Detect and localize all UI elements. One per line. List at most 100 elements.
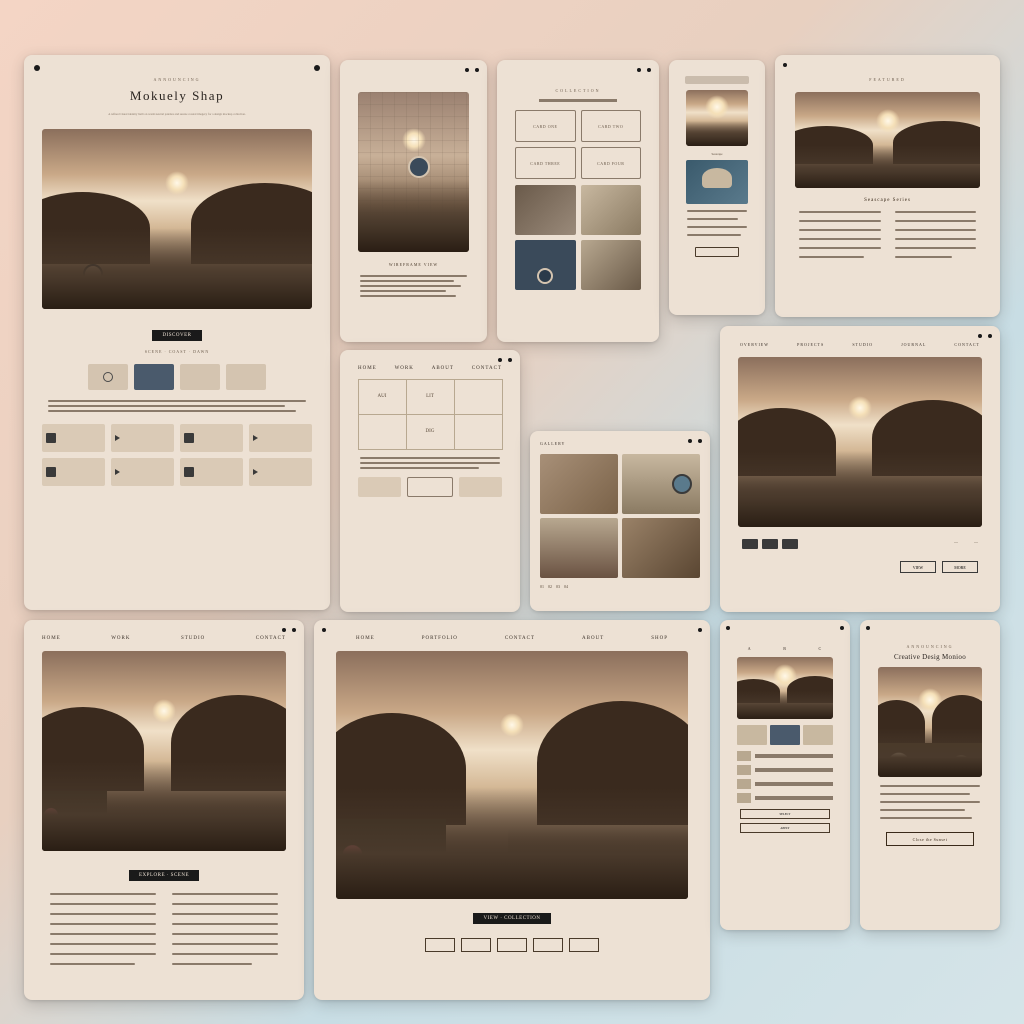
texture-tile[interactable] bbox=[515, 240, 576, 290]
hero-image-wireframe bbox=[358, 92, 469, 252]
swatch[interactable] bbox=[88, 364, 128, 390]
nav-item[interactable]: WORK bbox=[395, 366, 414, 371]
nav-item[interactable]: CONTACT bbox=[505, 636, 535, 641]
swatch[interactable] bbox=[226, 364, 266, 390]
chip[interactable] bbox=[497, 938, 527, 952]
control-item[interactable] bbox=[249, 424, 312, 452]
cta-button[interactable]: DISCOVER bbox=[152, 330, 201, 341]
control-item[interactable] bbox=[42, 424, 105, 452]
tab[interactable]: A bbox=[748, 646, 752, 651]
feature-tile[interactable] bbox=[686, 160, 748, 204]
control-item[interactable] bbox=[180, 424, 243, 452]
social-icon[interactable] bbox=[742, 539, 758, 549]
texture-tile[interactable] bbox=[581, 240, 642, 290]
footer-buttons bbox=[358, 477, 502, 497]
chip[interactable] bbox=[425, 938, 455, 952]
nav-item[interactable]: PROJECTS bbox=[797, 342, 824, 347]
play-icon bbox=[115, 435, 120, 441]
cta-button[interactable]: EXPLORE · SCENE bbox=[129, 870, 199, 881]
page-number[interactable]: 02 bbox=[548, 584, 552, 589]
page-number[interactable]: 03 bbox=[556, 584, 560, 589]
cta-button[interactable]: VIEW · COLLECTION bbox=[473, 913, 550, 924]
button[interactable]: APPLY bbox=[740, 823, 830, 833]
text-lines bbox=[360, 457, 500, 469]
photo-grid bbox=[540, 454, 700, 578]
mockup-card-gallery: GALLERY 01 02 03 04 bbox=[530, 431, 710, 611]
texture-tile[interactable] bbox=[515, 185, 576, 235]
mockup-card-hero-wide: HOME PORTFOLIO CONTACT ABOUT SHOP VIEW ·… bbox=[314, 620, 710, 1000]
nav-item[interactable]: STUDIO bbox=[852, 342, 873, 347]
nav-item[interactable]: HOME bbox=[356, 636, 375, 641]
page-number[interactable]: 01 bbox=[540, 584, 544, 589]
social-icon[interactable] bbox=[782, 539, 798, 549]
button[interactable]: VIEW bbox=[900, 561, 936, 573]
body-text: A refined visual identity built on warm … bbox=[56, 112, 298, 117]
chip[interactable] bbox=[533, 938, 563, 952]
tab[interactable]: B bbox=[783, 646, 787, 651]
photo-thumb[interactable] bbox=[622, 518, 700, 578]
item-card[interactable]: CARD FOUR bbox=[581, 147, 642, 179]
window-controls-right bbox=[314, 65, 320, 71]
nav-bar: HOME WORK ABOUT CONTACT bbox=[358, 366, 502, 371]
nav-item[interactable]: PORTFOLIO bbox=[422, 636, 458, 641]
nav-item[interactable]: CONTACT bbox=[256, 636, 286, 641]
control-item[interactable] bbox=[111, 424, 174, 452]
nav-item[interactable]: HOME bbox=[42, 636, 61, 641]
thumbnail[interactable] bbox=[803, 725, 833, 745]
tab[interactable]: C bbox=[819, 646, 823, 651]
chip[interactable] bbox=[461, 938, 491, 952]
nav-item[interactable]: CONTACT bbox=[472, 366, 502, 371]
photo-thumb[interactable] bbox=[540, 454, 618, 514]
item-boxes: CARD ONE CARD TWO CARD THREE CARD FOUR bbox=[515, 110, 641, 179]
hero-image bbox=[686, 90, 748, 146]
table-cell bbox=[454, 414, 503, 450]
photo-thumb[interactable] bbox=[622, 454, 700, 514]
nav-item[interactable]: ABOUT bbox=[432, 366, 454, 371]
chip[interactable] bbox=[569, 938, 599, 952]
nav-item[interactable]: JOURNAL bbox=[901, 342, 926, 347]
hero-image bbox=[878, 667, 982, 777]
swatch[interactable] bbox=[134, 364, 174, 390]
nav-item[interactable]: HOME bbox=[358, 366, 377, 371]
hero-image bbox=[795, 92, 980, 188]
footer-button[interactable] bbox=[407, 477, 452, 497]
photo-thumb[interactable] bbox=[540, 518, 618, 578]
mockup-card-spec-table: HOME WORK ABOUT CONTACT AUI LIT DIG bbox=[340, 350, 520, 612]
texture-tile[interactable] bbox=[581, 185, 642, 235]
nav-item[interactable]: OVERVIEW bbox=[740, 342, 769, 347]
play-icon bbox=[253, 435, 258, 441]
nav-item[interactable]: SHOP bbox=[651, 636, 668, 641]
window-controls bbox=[688, 439, 702, 443]
hero-image bbox=[42, 129, 312, 309]
button[interactable]: MORE bbox=[942, 561, 978, 573]
nav-item[interactable]: ABOUT bbox=[582, 636, 604, 641]
page-number[interactable]: 04 bbox=[564, 584, 568, 589]
swatch-row bbox=[36, 364, 318, 390]
chip-row bbox=[326, 938, 698, 952]
footer-button[interactable] bbox=[459, 477, 502, 497]
table-cell bbox=[358, 414, 407, 450]
control-item[interactable] bbox=[111, 458, 174, 486]
social-icon[interactable] bbox=[762, 539, 778, 549]
footer-button[interactable] bbox=[358, 477, 401, 497]
swatch[interactable] bbox=[180, 364, 220, 390]
item-card[interactable]: CARD TWO bbox=[581, 110, 642, 142]
table-cell: AUI bbox=[358, 379, 407, 415]
thumbnail[interactable] bbox=[737, 725, 767, 745]
nav-item[interactable]: STUDIO bbox=[181, 636, 205, 641]
control-item[interactable] bbox=[42, 458, 105, 486]
nav-item[interactable]: CONTACT bbox=[954, 342, 980, 347]
cta-button[interactable]: Close the Sunset bbox=[886, 832, 974, 846]
text-columns bbox=[50, 893, 278, 970]
window-controls bbox=[34, 65, 40, 71]
window-controls-right bbox=[698, 628, 702, 632]
footer-text: —— bbox=[954, 539, 978, 549]
nav-item[interactable]: WORK bbox=[111, 636, 130, 641]
cta-button[interactable] bbox=[695, 247, 739, 257]
thumbnail[interactable] bbox=[770, 725, 800, 745]
item-card[interactable]: CARD THREE bbox=[515, 147, 576, 179]
control-item[interactable] bbox=[249, 458, 312, 486]
control-item[interactable] bbox=[180, 458, 243, 486]
item-card[interactable]: CARD ONE bbox=[515, 110, 576, 142]
button[interactable]: SELECT bbox=[740, 809, 830, 819]
